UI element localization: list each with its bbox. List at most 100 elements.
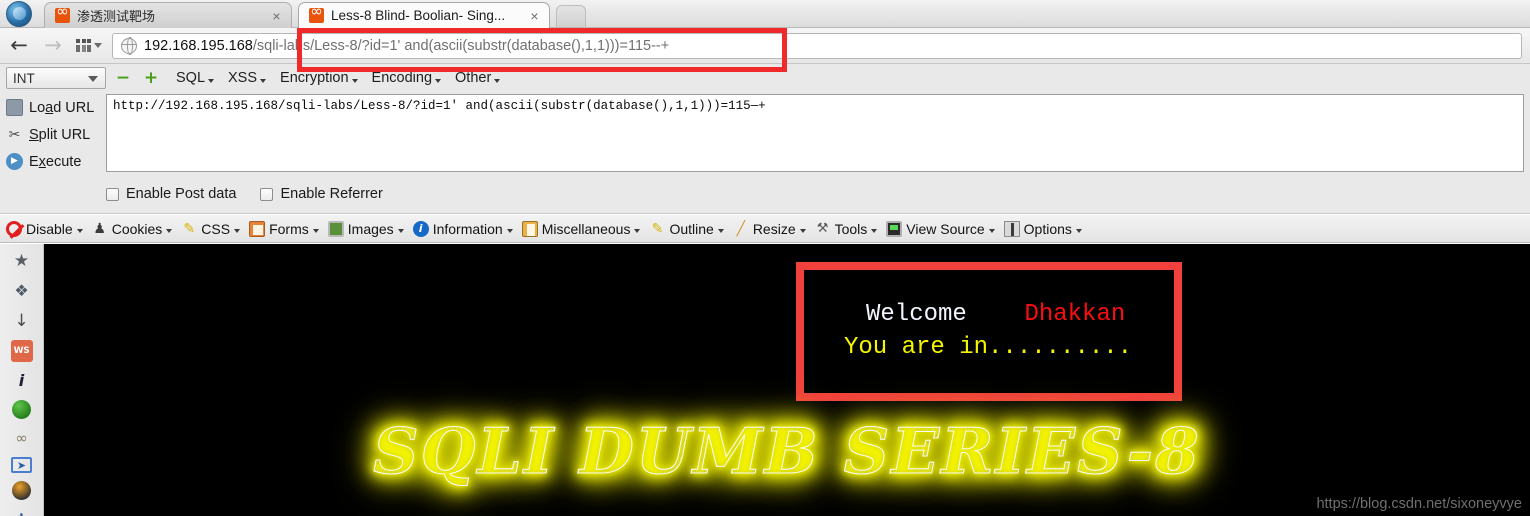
minus-button[interactable]: − <box>112 67 134 89</box>
grid-glyph <box>76 39 91 52</box>
devbar-item-images[interactable]: Images <box>327 220 404 237</box>
menu-xss[interactable]: XSS <box>228 70 267 86</box>
split-url-button[interactable]: ✂ Split URL <box>0 121 104 148</box>
chevron-down-icon <box>94 43 102 48</box>
download-arrow-icon[interactable]: ↓ <box>11 310 33 332</box>
chevron-down-icon <box>76 229 83 233</box>
close-icon[interactable]: × <box>270 9 283 23</box>
chevron-down-icon <box>506 229 513 233</box>
chevron-down-icon <box>799 229 806 233</box>
browser-tab-2[interactable]: Less-8 Blind- Boolian- Sing... × <box>298 2 550 28</box>
orange-sphere-icon[interactable] <box>12 481 31 500</box>
welcome-line-1: Welcome Dhakkan <box>804 299 1174 331</box>
devbar-item-tools[interactable]: ⚒ Tools <box>815 221 878 237</box>
enable-referrer-checkbox[interactable]: Enable Referrer <box>260 186 383 202</box>
devbar-item-view-source[interactable]: View Source <box>886 220 995 237</box>
chevron-down-icon <box>351 78 358 83</box>
welcome-username: Dhakkan <box>1024 301 1126 329</box>
menu-label: Encoding <box>371 70 433 86</box>
forms-icon <box>249 220 266 237</box>
plus-button[interactable]: + <box>140 67 162 89</box>
images-icon <box>327 220 344 237</box>
chevron-down-icon <box>208 78 215 83</box>
ws-badge-icon[interactable]: WS <box>10 340 33 362</box>
back-button-icon[interactable]: ← <box>4 31 34 61</box>
web-developer-toolbar: Disable ♟ Cookies ✎ CSS Forms Images i I… <box>0 215 1530 243</box>
devbar-label: Forms <box>269 220 309 237</box>
menu-sql[interactable]: SQL <box>176 70 215 86</box>
browser-window: 渗透测试靶场 × Less-8 Blind- Boolian- Sing... … <box>0 0 1530 516</box>
tab-title: Less-8 Blind- Boolian- Sing... <box>331 8 506 23</box>
chevron-down-icon <box>717 229 724 233</box>
checkbox-box[interactable] <box>106 187 119 201</box>
devbar-item-outline[interactable]: ✎ Outline <box>649 220 724 237</box>
tools-icon: ⚒ <box>816 221 829 236</box>
watermark-url: https://blog.csdn.net/sixoneyvye <box>1316 496 1522 512</box>
welcome-label: Welcome <box>866 301 967 329</box>
checkbox-label: Enable Referrer <box>280 186 383 202</box>
devbar-label: Miscellaneous <box>541 220 631 237</box>
chevron-down-icon <box>397 229 404 233</box>
devbar-item-disable[interactable]: Disable <box>6 220 83 237</box>
site-favicon-icon <box>55 4 70 23</box>
site-favicon-icon <box>309 4 324 23</box>
navigation-bar: ← → 192.168.195.168/sqli-labs/Less-8/?id… <box>0 28 1530 64</box>
devbar-item-information[interactable]: i Information <box>412 220 513 237</box>
checkbox-label: Enable Post data <box>126 186 237 202</box>
devbar-item-options[interactable]: Options <box>1003 220 1082 237</box>
execute-button[interactable]: ▶ Execute <box>0 148 104 175</box>
puzzle-icon[interactable]: ❖ <box>11 280 33 302</box>
checkbox-box[interactable] <box>260 187 274 201</box>
browser-tab-1[interactable]: 渗透测试靶场 × <box>44 2 292 28</box>
devbar-item-cookies[interactable]: ♟ Cookies <box>92 221 173 237</box>
globe-icon <box>120 37 137 55</box>
bookmarks-grid-icon[interactable] <box>72 32 106 60</box>
options-icon <box>1003 220 1020 237</box>
url-host: 192.168.195.168 <box>144 37 253 54</box>
hackbar-checkbox-row: Enable Post data Enable Referrer <box>106 182 383 206</box>
firefox-logo-icon <box>6 1 32 27</box>
blue-person-icon[interactable]: ♟ <box>11 508 33 516</box>
menu-encryption[interactable]: Encryption <box>280 70 358 86</box>
information-italic-icon[interactable]: i <box>11 370 33 392</box>
chevron-down-icon <box>234 229 241 233</box>
menu-other[interactable]: Other <box>455 70 501 86</box>
cursor-select-icon[interactable]: ➤ <box>11 457 32 473</box>
star-icon[interactable]: ★ <box>11 250 33 272</box>
chevron-down-icon <box>88 76 98 82</box>
devbar-label: Outline <box>669 220 714 237</box>
url-address-bar[interactable]: 192.168.195.168/sqli-labs/Less-8/?id=1' … <box>112 32 1522 59</box>
split-url-label: Split URL <box>29 126 91 143</box>
view-source-icon <box>886 220 903 237</box>
css-icon: ✎ <box>183 220 196 237</box>
welcome-message-box: Welcome Dhakkan You are in.......... <box>796 262 1182 401</box>
forward-button-icon[interactable]: → <box>38 31 68 61</box>
chevron-down-icon <box>871 229 878 233</box>
hackbar-url-textarea[interactable]: http://192.168.195.168/sqli-labs/Less-8/… <box>106 94 1524 172</box>
load-url-button[interactable]: Load URL <box>0 94 104 121</box>
devbar-item-forms[interactable]: Forms <box>249 220 319 237</box>
green-circle-icon[interactable] <box>12 400 31 419</box>
devbar-item-miscellaneous[interactable]: Miscellaneous <box>521 220 641 237</box>
menu-encoding[interactable]: Encoding <box>371 70 442 86</box>
page-content: Welcome Dhakkan You are in.......... SQL… <box>44 244 1530 516</box>
miscellaneous-icon <box>521 220 538 237</box>
close-icon[interactable]: × <box>528 9 541 23</box>
play-icon: ▶ <box>6 153 23 170</box>
execute-label: Execute <box>29 153 82 170</box>
devbar-item-css[interactable]: ✎ CSS <box>181 220 241 237</box>
menu-label: SQL <box>176 70 206 86</box>
chevron-down-icon <box>634 229 641 233</box>
cookies-icon: ♟ <box>93 220 106 237</box>
outline-icon: ✎ <box>651 220 664 237</box>
devbar-item-resize[interactable]: ╱ Resize <box>733 221 806 237</box>
chevron-down-icon <box>166 229 173 233</box>
type-select[interactable]: INT <box>6 67 106 89</box>
devbar-label: Resize <box>752 220 796 237</box>
glasses-icon[interactable]: ∞ <box>11 427 33 449</box>
left-sidebar: ★ ❖ ↓ WS i ∞ ➤ ♟ <box>0 244 44 516</box>
enable-post-data-checkbox[interactable]: Enable Post data <box>106 186 236 202</box>
disable-icon <box>6 220 22 237</box>
new-tab-button[interactable] <box>556 5 586 27</box>
devbar-label: Disable <box>26 220 73 237</box>
